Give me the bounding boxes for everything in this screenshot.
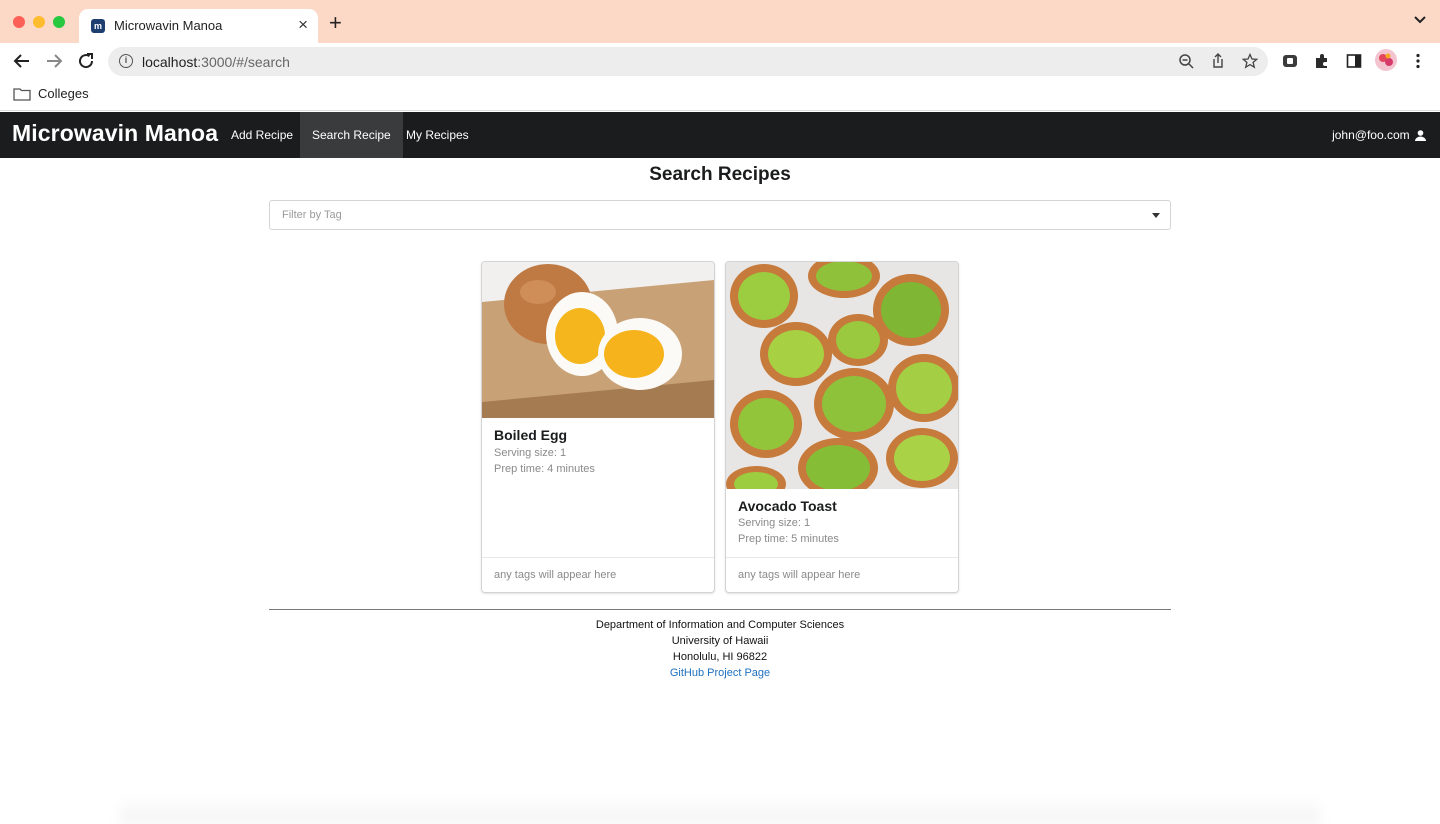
bookmarks-bar: Colleges <box>0 79 1440 111</box>
bookmark-star-icon[interactable] <box>1242 53 1258 69</box>
browser-tab-active[interactable]: m Microwavin Manoa × <box>79 9 318 43</box>
boiled-egg-image <box>482 262 714 418</box>
nav-add-recipe[interactable]: Add Recipe <box>219 112 305 158</box>
site-favicon-icon: m <box>91 19 105 33</box>
forward-arrow-icon[interactable] <box>44 51 64 71</box>
share-icon[interactable] <box>1210 53 1226 69</box>
recipe-prep-time: Prep time: 5 minutes <box>738 533 839 545</box>
tab-title: Microwavin Manoa <box>114 18 223 33</box>
app-navbar: Microwavin Manoa Add Recipe Search Recip… <box>0 112 1440 158</box>
footer-divider <box>269 609 1171 610</box>
minimize-window-button[interactable] <box>33 16 45 28</box>
new-tab-plus-icon[interactable]: + <box>329 12 342 34</box>
reload-icon[interactable] <box>76 51 96 71</box>
zoom-out-icon[interactable] <box>1178 53 1194 69</box>
browser-tabstrip: m Microwavin Manoa × + <box>0 0 1440 43</box>
address-bar[interactable]: i localhost:3000/#/search <box>108 47 1268 76</box>
tab-search-chevron-icon[interactable] <box>1414 16 1426 24</box>
recipe-tags-area: any tags will appear here <box>482 557 714 592</box>
avocado-toast-image <box>726 262 958 489</box>
recipe-title[interactable]: Boiled Egg <box>494 427 567 443</box>
browser-menu-kebab-icon[interactable] <box>1410 53 1426 69</box>
folder-icon <box>13 88 31 101</box>
nav-search-recipe[interactable]: Search Recipe <box>300 112 403 158</box>
footer-link-row: GitHub Project Page <box>0 667 1440 679</box>
recipe-card-boiled-egg[interactable]: Boiled Egg Serving size: 1 Prep time: 4 … <box>481 261 715 593</box>
footer-university: University of Hawaii <box>671 635 769 647</box>
recipe-title[interactable]: Avocado Toast <box>738 498 837 514</box>
footer-address: Honolulu, HI 96822 <box>672 651 768 663</box>
url-text: localhost:3000/#/search <box>142 54 290 70</box>
profile-avatar[interactable] <box>1375 49 1397 71</box>
extensions-puzzle-icon[interactable] <box>1314 53 1330 69</box>
recipe-prep-time: Prep time: 4 minutes <box>494 463 595 475</box>
close-window-button[interactable] <box>13 16 25 28</box>
back-arrow-icon[interactable] <box>12 51 32 71</box>
url-host: localhost <box>142 54 198 70</box>
browser-toolbar: i localhost:3000/#/search <box>0 43 1440 79</box>
recipe-card-avocado-toast[interactable]: Avocado Toast Serving size: 1 Prep time:… <box>725 261 959 593</box>
extension-app-icon[interactable] <box>1282 53 1298 69</box>
footer-department: Department of Information and Computer S… <box>595 619 845 631</box>
side-panel-icon[interactable] <box>1346 53 1362 69</box>
url-path: :3000/#/search <box>197 54 290 70</box>
dropdown-caret-icon <box>1152 213 1160 218</box>
recipe-serving-size: Serving size: 1 <box>738 517 811 529</box>
tag-filter-placeholder: Filter by Tag <box>282 209 342 221</box>
recipe-tags-text: any tags will appear here <box>738 569 861 581</box>
tag-filter-dropdown[interactable]: Filter by Tag <box>269 200 1171 230</box>
user-icon <box>1415 130 1426 142</box>
site-info-icon[interactable]: i <box>119 54 133 68</box>
page-title: Search Recipes <box>649 164 791 185</box>
github-project-link[interactable]: GitHub Project Page <box>670 667 770 679</box>
bookmark-folder-colleges[interactable]: Colleges <box>38 86 89 101</box>
user-dropdown[interactable]: john@foo.com <box>1332 112 1426 158</box>
nav-my-recipes[interactable]: My Recipes <box>394 112 481 158</box>
recipe-serving-size: Serving size: 1 <box>494 447 567 459</box>
window-bottom-shadow <box>120 796 1320 824</box>
user-email: john@foo.com <box>1332 128 1410 142</box>
recipe-tags-text: any tags will appear here <box>494 569 617 581</box>
recipe-tags-area: any tags will appear here <box>726 557 958 592</box>
tab-close-icon[interactable]: × <box>298 15 308 35</box>
maximize-window-button[interactable] <box>53 16 65 28</box>
brand-logo-link[interactable]: Microwavin Manoa <box>12 120 218 147</box>
